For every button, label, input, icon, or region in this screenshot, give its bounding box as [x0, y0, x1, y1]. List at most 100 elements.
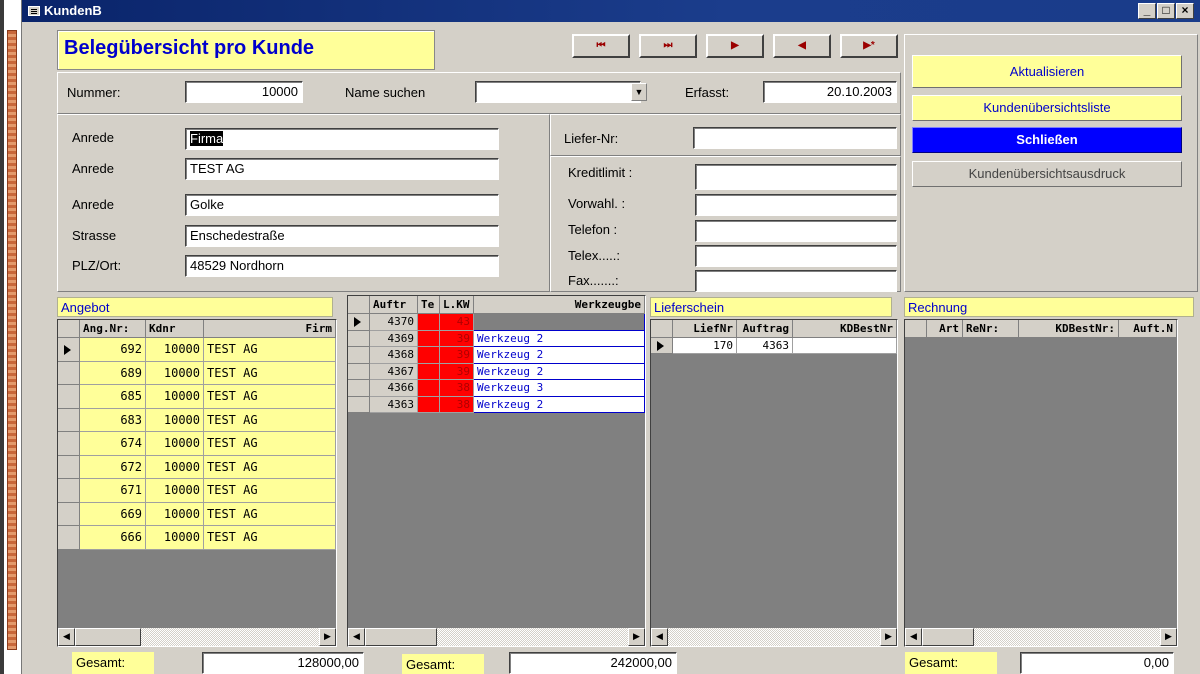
name-field[interactable]: Golke: [185, 194, 499, 216]
angnr-cell[interactable]: 672: [80, 455, 146, 479]
scroll-thumb[interactable]: [922, 628, 974, 646]
kdnr-cell[interactable]: 10000: [146, 455, 204, 479]
firma-cell[interactable]: TEST AG: [204, 526, 336, 550]
scroll-thumb[interactable]: [365, 628, 437, 646]
anrede-field[interactable]: Firma: [185, 128, 499, 150]
angnr-cell[interactable]: 683: [80, 408, 146, 432]
auftr-cell[interactable]: 4369: [370, 330, 418, 347]
auftr-cell[interactable]: 4367: [370, 363, 418, 380]
scroll-left-icon[interactable]: ◀: [651, 628, 668, 646]
kdnr-cell[interactable]: 10000: [146, 338, 204, 362]
angnr-cell[interactable]: 669: [80, 502, 146, 526]
angnr-cell[interactable]: 689: [80, 361, 146, 385]
kdbestnr-column-header[interactable]: KDBestNr: [793, 320, 897, 338]
auftrag-column-header[interactable]: Auftrag: [737, 320, 793, 338]
kundenuebersichtsliste-button[interactable]: Kundenübersichtsliste: [912, 95, 1182, 121]
row-selector[interactable]: [348, 380, 370, 397]
nummer-field[interactable]: 10000: [185, 81, 303, 103]
rechnung-grid[interactable]: Art ReNr: KDBestNr: Auft.N ◀ ▶: [904, 319, 1178, 647]
angnr-column-header[interactable]: Ang.Nr:: [80, 320, 146, 338]
row-selector[interactable]: [58, 432, 80, 456]
lkw-cell[interactable]: 38: [440, 380, 474, 397]
auftr-cell[interactable]: 4363: [370, 396, 418, 413]
nav-last-button[interactable]: ⏭: [639, 34, 697, 58]
auftr-cell[interactable]: 4370: [370, 314, 418, 331]
auftr-column-header[interactable]: Auftr: [370, 296, 418, 314]
te-cell[interactable]: [418, 330, 440, 347]
scroll-right-icon[interactable]: ▶: [628, 628, 645, 646]
lkw-cell[interactable]: 38: [440, 396, 474, 413]
auftr-cell[interactable]: 4368: [370, 347, 418, 364]
firma-cell[interactable]: TEST AG: [204, 455, 336, 479]
liefnr-cell[interactable]: 170: [673, 338, 737, 354]
angnr-cell[interactable]: 671: [80, 479, 146, 503]
firma-cell[interactable]: TEST AG: [204, 502, 336, 526]
kdnr-cell[interactable]: 10000: [146, 432, 204, 456]
scroll-left-icon[interactable]: ◀: [348, 628, 365, 646]
werkzeug-cell[interactable]: [474, 314, 645, 331]
scroll-right-icon[interactable]: ▶: [880, 628, 897, 646]
te-cell[interactable]: [418, 396, 440, 413]
row-selector[interactable]: [58, 526, 80, 550]
auftr-cell[interactable]: 4366: [370, 380, 418, 397]
werkzeug-cell[interactable]: Werkzeug 2: [474, 396, 645, 413]
firma-cell[interactable]: TEST AG: [204, 408, 336, 432]
angnr-cell[interactable]: 666: [80, 526, 146, 550]
nav-next-button[interactable]: ▶: [706, 34, 764, 58]
werkzeug-column-header[interactable]: Werkzeugbe: [474, 296, 645, 314]
scroll-left-icon[interactable]: ◀: [58, 628, 75, 646]
kreditlimit-field[interactable]: [695, 164, 897, 190]
lkw-cell[interactable]: 39: [440, 363, 474, 380]
scroll-right-icon[interactable]: ▶: [319, 628, 336, 646]
plz-ort-field[interactable]: 48529 Nordhorn: [185, 255, 499, 277]
row-selector[interactable]: [348, 396, 370, 413]
werkzeug-cell[interactable]: Werkzeug 3: [474, 380, 645, 397]
row-selector[interactable]: [58, 361, 80, 385]
row-selector[interactable]: [651, 338, 673, 354]
werkzeug-cell[interactable]: Werkzeug 2: [474, 330, 645, 347]
firma-cell[interactable]: TEST AG: [204, 338, 336, 362]
dropdown-arrow-icon[interactable]: ▼: [631, 83, 647, 101]
schliessen-button[interactable]: Schließen: [912, 127, 1182, 153]
lkw-column-header[interactable]: L.KW: [440, 296, 474, 314]
kdnr-cell[interactable]: 10000: [146, 385, 204, 409]
scroll-right-icon[interactable]: ▶: [1160, 628, 1177, 646]
angebot-grid[interactable]: Ang.Nr: Kdnr Firm 692 10000 TEST AG 689 1000…: [57, 319, 337, 647]
liefnr-column-header[interactable]: LiefNr: [673, 320, 737, 338]
nav-first-button[interactable]: ⏮: [572, 34, 630, 58]
art-column-header[interactable]: Art: [927, 320, 963, 338]
row-selector[interactable]: [58, 502, 80, 526]
row-selector[interactable]: [58, 479, 80, 503]
kdbestnr-column-header[interactable]: KDBestNr:: [1019, 320, 1119, 338]
werkzeug-cell[interactable]: Werkzeug 2: [474, 363, 645, 380]
row-selector[interactable]: [58, 338, 80, 362]
aktualisieren-button[interactable]: Aktualisieren: [912, 55, 1182, 88]
row-selector[interactable]: [348, 330, 370, 347]
firma-column-header[interactable]: Firm: [204, 320, 336, 338]
name-suchen-combobox[interactable]: [475, 81, 641, 103]
lkw-cell[interactable]: 43: [440, 314, 474, 331]
kdnr-cell[interactable]: 10000: [146, 361, 204, 385]
row-selector[interactable]: [348, 314, 370, 331]
lieferschein-hscrollbar[interactable]: ◀ ▶: [651, 628, 897, 646]
fax-field[interactable]: [695, 270, 897, 292]
liefer-nr-field[interactable]: [693, 127, 897, 149]
lkw-cell[interactable]: 39: [440, 330, 474, 347]
window-titlebar[interactable]: KundenB: [22, 0, 1200, 22]
firma-cell[interactable]: TEST AG: [204, 432, 336, 456]
erfasst-field[interactable]: 20.10.2003: [763, 81, 897, 103]
auftrag-hscrollbar[interactable]: ◀ ▶: [348, 628, 645, 646]
telefon-field[interactable]: [695, 220, 897, 242]
te-cell[interactable]: [418, 363, 440, 380]
auftnr-column-header[interactable]: Auft.N: [1119, 320, 1177, 338]
angebot-hscrollbar[interactable]: ◀ ▶: [58, 628, 336, 646]
auftrag-grid[interactable]: Auftr Te L.KW Werkzeugbe 4370 43 4369 39 Wer…: [347, 295, 646, 647]
kdnr-column-header[interactable]: Kdnr: [146, 320, 204, 338]
auftrag-cell[interactable]: 4363: [737, 338, 793, 354]
telex-field[interactable]: [695, 245, 897, 267]
firma-cell[interactable]: TEST AG: [204, 479, 336, 503]
kundenuebersichtsausdruck-button[interactable]: Kundenübersichtsausdruck: [912, 161, 1182, 187]
angnr-cell[interactable]: 692: [80, 338, 146, 362]
nav-previous-button[interactable]: ◀: [773, 34, 831, 58]
te-column-header[interactable]: Te: [418, 296, 440, 314]
